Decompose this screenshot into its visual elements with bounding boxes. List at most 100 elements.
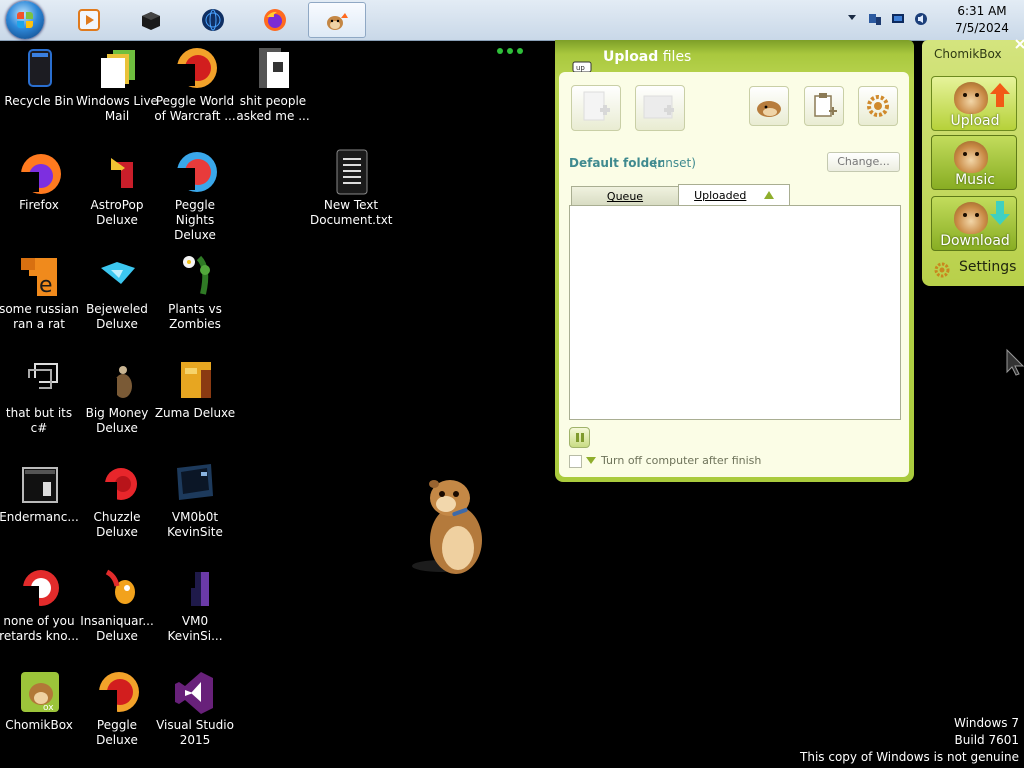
media-player-icon [78, 9, 100, 31]
desktop-icon-windows-live-mail[interactable]: Windows Live Mail [76, 44, 158, 124]
desktop-icon-astropop[interactable]: AstroPop Deluxe [76, 148, 158, 228]
settings-gear-icon [934, 262, 950, 278]
taskbar-globe-button[interactable] [186, 2, 240, 38]
desktop-icon-label: ChomikBox [5, 718, 73, 732]
chuzzle-icon [93, 460, 141, 508]
turn-off-checkbox[interactable] [569, 455, 582, 468]
mouse-cursor-icon [1006, 348, 1024, 376]
red-ring-icon [15, 564, 63, 612]
download-nav-button[interactable]: Download [931, 196, 1017, 251]
shortcut-icon [15, 356, 63, 404]
change-folder-button[interactable]: Change... [827, 152, 900, 172]
taskbar-media-player-button[interactable] [62, 2, 116, 38]
taskbar-firefox-button[interactable] [248, 2, 302, 38]
astropop-icon [93, 148, 141, 196]
desktop-icon-label: shit people asked me ... [236, 94, 310, 123]
desktop-icon-firefox[interactable]: Firefox [0, 148, 80, 213]
desktop-icon-chomikbox[interactable]: ox ChomikBox [0, 668, 80, 733]
desktop-icon-some-russian[interactable]: e some russian ran a rat [0, 252, 80, 332]
peggle-icon [171, 44, 219, 92]
close-icon[interactable] [1014, 38, 1024, 50]
desktop-icon-label: Endermanc... [0, 510, 79, 524]
desktop-icon-label: VM0 KevinSi... [167, 614, 223, 643]
insaniquarium-icon [93, 564, 141, 612]
hamster-icon [757, 101, 781, 117]
dropdown-arrow-icon[interactable] [586, 457, 596, 464]
chomikbox-hamster-icon [327, 13, 348, 30]
clipboard-icon [814, 93, 837, 117]
chomikbox-title: ChomikBox [934, 47, 1002, 61]
desktop-hamster-mascot[interactable] [412, 474, 494, 580]
desktop-icon-zuma[interactable]: Zuma Deluxe [154, 356, 236, 421]
add-file-button[interactable] [571, 85, 621, 131]
desktop-icon-label: Peggle World of Warcraft ... [154, 94, 236, 123]
monitor-tray-icon[interactable] [891, 12, 905, 26]
clock-date[interactable]: 7/5/2024 [952, 21, 1012, 35]
desktop-icon-big-money[interactable]: Big Money Deluxe [76, 356, 158, 436]
globe-icon [202, 9, 224, 31]
desktop-icon-recycle-bin[interactable]: Recycle Bin [0, 44, 80, 109]
svg-text:ox: ox [43, 703, 54, 713]
clock-time[interactable]: 6:31 AM [952, 4, 1012, 18]
volume-tray-icon[interactable] [914, 12, 928, 26]
start-button[interactable] [6, 1, 44, 39]
add-folder-button[interactable] [635, 85, 685, 131]
taskbar: 6:31 AM 7/5/2024 [0, 0, 1024, 41]
music-nav-button[interactable]: Music [931, 135, 1017, 190]
default-folder-value: (unset) [653, 156, 696, 170]
pvz-icon [171, 252, 219, 300]
network-tray-icon[interactable] [868, 12, 882, 26]
desktop-icon-new-text-document[interactable]: New Text Document.txt [310, 148, 393, 228]
pause-button[interactable] [569, 427, 590, 448]
upload-window-title: Upload files [603, 49, 692, 65]
taskbar-chomikbox-button[interactable] [308, 2, 366, 38]
chomikbox-side-panel: ChomikBox Upload Music Download Settings [922, 38, 1024, 286]
add-file-icon [583, 91, 610, 121]
tab-uploaded[interactable]: Uploaded [678, 184, 790, 207]
desktop-icon-label: New Text Document.txt [310, 198, 393, 227]
desktop-icon-label: some russian ran a rat [0, 302, 79, 331]
hamster-upload-icon [954, 82, 988, 114]
desktop-icon-label: Zuma Deluxe [154, 406, 236, 420]
sort-up-icon [763, 191, 774, 199]
paste-button[interactable] [804, 86, 844, 126]
folder-icon [249, 44, 297, 92]
peggle-nights-icon [171, 148, 219, 196]
show-hidden-icons-icon[interactable] [848, 15, 856, 20]
settings-link[interactable]: Settings [934, 259, 1016, 278]
visual-studio-icon [171, 668, 219, 716]
desktop-icon-chuzzle[interactable]: Chuzzle Deluxe [76, 460, 158, 540]
desktop-icon-plants-vs-zombies[interactable]: Plants vs Zombies [154, 252, 236, 332]
vm-icon [171, 460, 219, 508]
upload-settings-button[interactable] [858, 86, 898, 126]
desktop-icon-visual-studio[interactable]: Visual Studio 2015 [154, 668, 236, 748]
uploaded-file-list[interactable] [569, 205, 901, 420]
window-app-icon [15, 460, 63, 508]
text-file-icon [327, 148, 375, 196]
desktop-icon-folder-shit-people[interactable]: shit people asked me ... [232, 44, 314, 124]
desktop-icon-label: Recycle Bin [4, 94, 74, 108]
desktop-icon-vm0b0t-kevinsite[interactable]: VM0b0t KevinSite [154, 460, 236, 540]
firefox-icon [264, 9, 286, 31]
desktop-icon-bejeweled[interactable]: Bejeweled Deluxe [76, 252, 158, 332]
hamster-music-icon [954, 141, 988, 173]
desktop-icon-none-of-you[interactable]: none of you retards kno... [0, 564, 80, 644]
desktop-icon-peggle-deluxe[interactable]: Peggle Deluxe [76, 668, 158, 748]
desktop-icon-endermanc[interactable]: Endermanc... [0, 460, 80, 525]
hamster-download-icon [954, 202, 988, 234]
tab-queue[interactable]: Queue [571, 186, 679, 206]
windows-logo-icon [17, 12, 33, 28]
desktop-icon-peggle-wow[interactable]: Peggle World of Warcraft ... [154, 44, 236, 124]
upload-window: up Upload files Default folder (unset) C… [555, 40, 914, 482]
desktop-icon-peggle-nights[interactable]: Peggle Nights Deluxe [154, 148, 236, 243]
desktop-icon-vm0-kevinsite[interactable]: VM0 KevinSi... [154, 564, 236, 644]
hamster-browse-button[interactable] [749, 86, 789, 126]
gadget-indicator [497, 46, 527, 56]
taskbar-vm-button[interactable] [124, 2, 178, 38]
russian-app-icon: e [15, 252, 63, 300]
upload-nav-button[interactable]: Upload [931, 76, 1017, 131]
desktop-icon-insaniquarium[interactable]: Insaniquar... Deluxe [76, 564, 158, 644]
desktop-icon-label: Windows Live Mail [76, 94, 158, 123]
desktop-icon-that-but-csharp[interactable]: that but its c# [0, 356, 80, 436]
big-money-icon [93, 356, 141, 404]
